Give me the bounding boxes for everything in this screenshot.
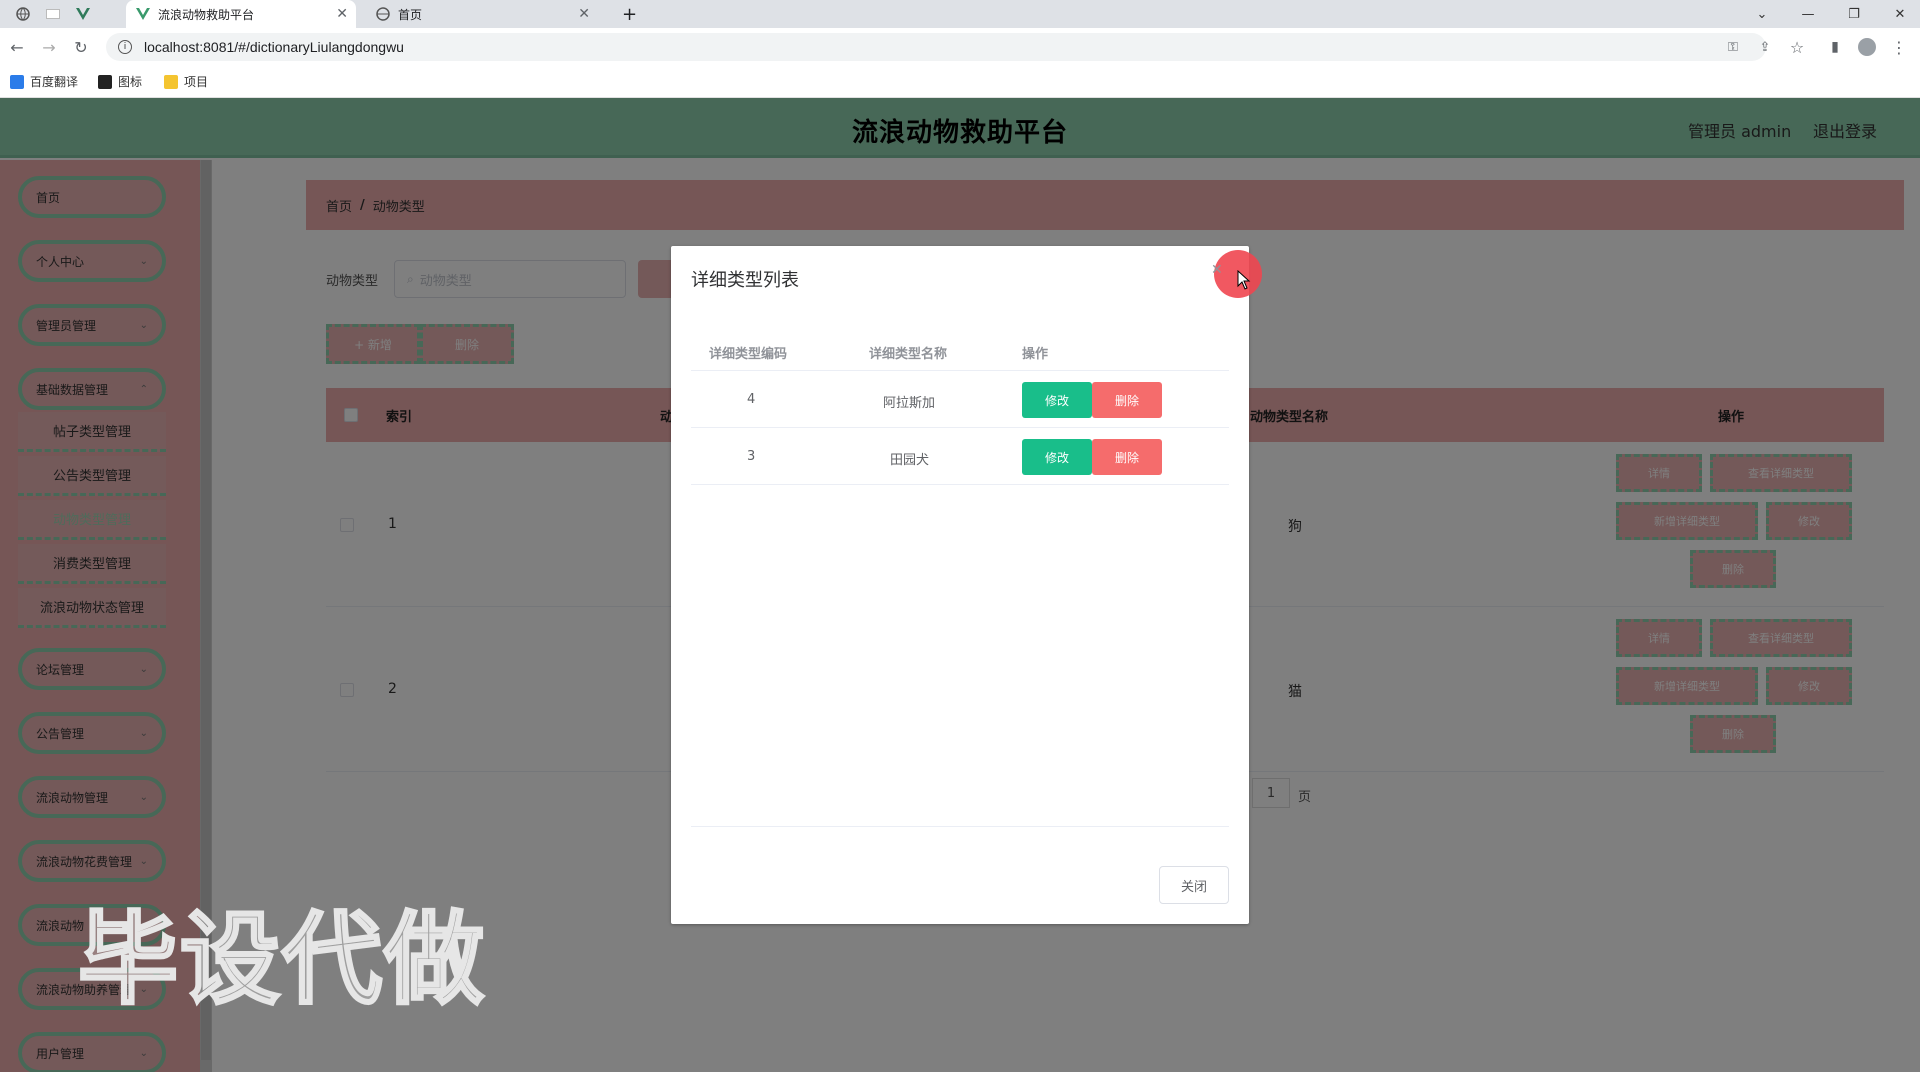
- menu-kebab-icon[interactable]: ⋮: [1888, 36, 1910, 58]
- vue-icon[interactable]: [70, 3, 96, 25]
- tab-title: 流浪动物救助平台: [158, 7, 255, 22]
- bookmarks-bar: 百度翻译 图标 项目: [0, 66, 1920, 98]
- globe-icon[interactable]: [10, 3, 36, 25]
- divider: [691, 484, 1229, 485]
- url-field[interactable]: i localhost:8081/#/dictionaryLiulangdong…: [106, 33, 1766, 61]
- watermark-text: 毕设代做: [77, 900, 486, 1020]
- divider: [691, 826, 1229, 827]
- sidepanel-icon[interactable]: ▮: [1824, 36, 1846, 58]
- tab-search-icon[interactable]: ⌄: [1740, 0, 1784, 28]
- dialog-close-footer-button[interactable]: 关闭: [1159, 866, 1229, 904]
- divider: [691, 370, 1229, 371]
- close-icon[interactable]: ✕: [1211, 262, 1223, 278]
- tab-platform[interactable]: 流浪动物救助平台 ✕: [126, 0, 356, 28]
- url-text: localhost:8081/#/dictionaryLiulangdongwu: [144, 39, 404, 55]
- profile-icon[interactable]: [1856, 36, 1878, 58]
- dialog-row-name: 阿拉斯加: [883, 396, 936, 411]
- dialog-edit-button[interactable]: 修改: [1022, 439, 1092, 475]
- info-icon[interactable]: i: [118, 40, 132, 54]
- dialog-delete-button[interactable]: 删除: [1092, 382, 1162, 418]
- new-tab-button[interactable]: +: [612, 0, 647, 28]
- pinned-tab-icon[interactable]: [40, 3, 66, 25]
- minimize-icon[interactable]: —: [1786, 0, 1830, 28]
- window-close-icon[interactable]: ✕: [1878, 0, 1920, 28]
- dialog-row-name: 田园犬: [890, 453, 930, 468]
- star-icon[interactable]: ☆: [1786, 36, 1808, 58]
- back-icon[interactable]: ←: [6, 36, 28, 58]
- detail-type-dialog: 详细类型列表 ✕ 详细类型编码 详细类型名称 操作 4 阿拉斯加 修改 删除 3…: [671, 246, 1262, 924]
- dialog-row-code: 3: [747, 449, 756, 464]
- dialog-title: 详细类型列表: [691, 270, 799, 291]
- key-icon[interactable]: ⚿: [1722, 36, 1744, 58]
- bookmark-baidu[interactable]: 百度翻译: [10, 73, 78, 90]
- globe-icon: [376, 7, 390, 21]
- bookmark-icons[interactable]: 图标: [98, 73, 142, 90]
- tab-home[interactable]: 首页 ✕: [366, 0, 598, 28]
- divider: [691, 427, 1229, 428]
- close-icon[interactable]: ✕: [578, 6, 590, 22]
- bookmark-project[interactable]: 项目: [164, 73, 208, 90]
- tab-title: 首页: [398, 7, 423, 22]
- app-root: 流浪动物救助平台 管理员 admin 退出登录 首页 个人中心⌄ 管理员管理⌄ …: [0, 98, 1920, 1072]
- vue-icon: [136, 7, 150, 21]
- dialog-delete-button[interactable]: 删除: [1092, 439, 1162, 475]
- close-icon[interactable]: ✕: [336, 6, 348, 22]
- address-bar-row: ← → ↻ i localhost:8081/#/dictionaryLiula…: [0, 28, 1920, 66]
- share-icon[interactable]: ⇪: [1754, 36, 1776, 58]
- dialog-row-code: 4: [747, 392, 756, 407]
- dialog-col-ops: 操作: [1022, 347, 1049, 362]
- dialog-col-name: 详细类型名称: [869, 347, 948, 362]
- reload-icon[interactable]: ↻: [70, 36, 92, 58]
- dialog-edit-button[interactable]: 修改: [1022, 382, 1092, 418]
- mouse-cursor-icon: [1237, 269, 1251, 294]
- forward-icon[interactable]: →: [38, 36, 60, 58]
- translate-icon: [10, 74, 24, 89]
- browser-tab-strip: 流浪动物救助平台 ✕ 首页 ✕ + ⌄ — ❐ ✕: [0, 0, 1920, 28]
- image-icon: [98, 74, 112, 89]
- restore-icon[interactable]: ❐: [1832, 0, 1876, 28]
- folder-icon: [164, 74, 178, 89]
- dialog-col-code: 详细类型编码: [709, 347, 788, 362]
